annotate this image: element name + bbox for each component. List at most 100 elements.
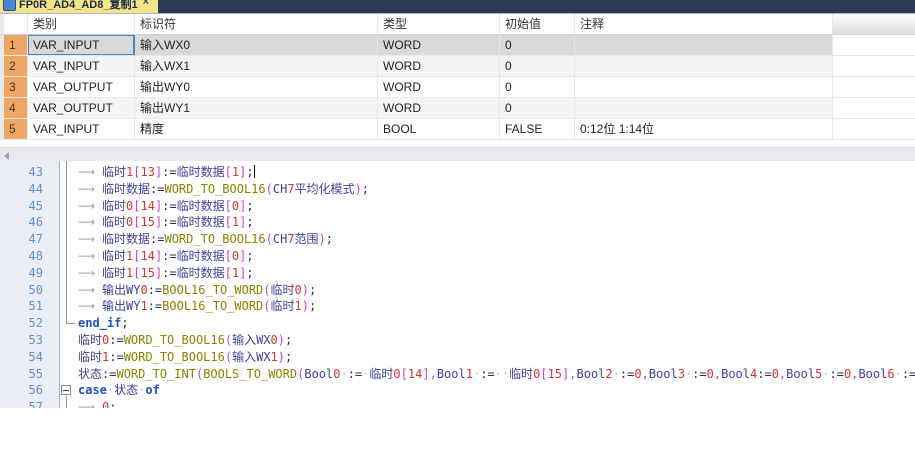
token-id: CH (273, 232, 287, 246)
token-id: Bool (786, 367, 815, 381)
token-op: := (480, 367, 494, 381)
token-op: := (109, 350, 123, 364)
token-num: 2 (605, 367, 612, 381)
token-num: 7 (287, 182, 294, 196)
close-icon[interactable]: × (143, 0, 149, 8)
cell-identifier[interactable]: 输出WY1 (135, 98, 378, 119)
token-op: := (902, 367, 915, 381)
token-op: := (348, 367, 362, 381)
cell-comment[interactable] (575, 98, 833, 119)
token-num: 0 (393, 367, 400, 381)
fold-collapse-icon[interactable] (61, 385, 71, 395)
token-punc: ) (278, 333, 285, 347)
token-punc: ( (263, 283, 270, 297)
token-op: := (150, 232, 164, 246)
cell-category[interactable]: VAR_OUTPUT (28, 98, 135, 119)
cell-category[interactable]: VAR_INPUT (28, 35, 135, 56)
cell-type[interactable]: WORD (378, 56, 500, 77)
row-number-cell[interactable]: 1 (0, 35, 28, 56)
cell-identifier[interactable]: 输出WY0 (135, 77, 378, 98)
column-header-1[interactable]: 标识符 (135, 14, 378, 35)
column-header-4[interactable]: 注释 (575, 14, 833, 35)
cell-comment[interactable]: 0:12位 1:14位 (575, 119, 833, 140)
token-punc: ( (266, 232, 273, 246)
column-header-2[interactable]: 类型 (378, 14, 500, 35)
token-punc: ( (263, 299, 270, 313)
token-op: := (162, 249, 176, 263)
token-op: ; (246, 199, 253, 213)
code-line-48[interactable]: ⟶临时1[14]:=临时数据[0]; (78, 248, 915, 265)
st-code-editor[interactable]: 434445464748495051525354555657 ⟶临时1[13]:… (0, 161, 915, 408)
code-line-43[interactable]: ⟶临时1[13]:=临时数据[1]; (78, 164, 915, 181)
fold-guide-line-case (66, 396, 67, 408)
token-op: ; (285, 350, 292, 364)
code-line-47[interactable]: ⟶临时数据:=WORD_TO_BOOL16(CH7范围); (78, 231, 915, 248)
token-num: 15 (140, 215, 154, 229)
cell-category[interactable]: VAR_INPUT (28, 56, 135, 77)
cell-comment[interactable] (575, 35, 833, 56)
cell-type[interactable]: WORD (378, 77, 500, 98)
tab-whitespace-icon: ⟶ (78, 399, 102, 408)
program-document-icon (3, 0, 16, 11)
cell-initial[interactable]: FALSE (500, 119, 575, 140)
code-line-44[interactable]: ⟶临时数据:=WORD_TO_BOOL16(CH7平均化模式); (78, 181, 915, 198)
code-line-53[interactable]: 临时0:=WORD_TO_BOOL16(输入WX0); (78, 332, 915, 349)
cell-initial[interactable]: 0 (500, 56, 575, 77)
code-line-45[interactable]: ⟶临时0[14]:=临时数据[0]; (78, 198, 915, 215)
code-line-54[interactable]: 临时1:=WORD_TO_BOOL16(输入WX1); (78, 349, 915, 366)
cell-initial[interactable]: 0 (500, 35, 575, 56)
token-op: := (148, 283, 162, 297)
cell-initial[interactable]: 0 (500, 98, 575, 119)
token-id: 临时数据 (102, 182, 150, 196)
token-num: 14 (408, 367, 422, 381)
cell-type[interactable]: WORD (378, 98, 500, 119)
token-op: ; (326, 232, 333, 246)
cell-identifier[interactable]: 精度 (135, 119, 378, 140)
token-op: ; (121, 316, 128, 330)
row-number-cell[interactable]: 4 (0, 98, 28, 119)
token-num: 14 (140, 249, 154, 263)
row-number-cell[interactable]: 2 (0, 56, 28, 77)
code-area[interactable]: ⟶临时1[13]:=临时数据[1];⟶临时数据:=WORD_TO_BOOL16(… (0, 161, 915, 408)
cell-type[interactable]: WORD (378, 35, 500, 56)
cell-identifier[interactable]: 输入WX1 (135, 56, 378, 77)
code-line-52[interactable]: end_if; (78, 315, 915, 332)
code-line-49[interactable]: ⟶临时1[15]:=临时数据[1]; (78, 265, 915, 282)
row-number-cell[interactable]: 3 (0, 77, 28, 98)
cell-comment[interactable] (575, 77, 833, 98)
token-id: 临时 (271, 283, 295, 297)
token-punc: ) (319, 232, 326, 246)
token-punc: ( (225, 350, 232, 364)
cell-initial[interactable]: 0 (500, 77, 575, 98)
code-line-55[interactable]: 状态:=WORD_TO_INT(BOOLS_TO_WORD(Bool0·:=·临… (78, 366, 915, 383)
cell-identifier[interactable]: 输入WX0 (135, 35, 378, 56)
token-punc: , (569, 367, 576, 381)
token-func: WORD_TO_BOOL16 (164, 182, 265, 196)
code-line-57[interactable]: ⟶0: (78, 399, 915, 408)
scroll-left-arrow-icon[interactable] (4, 152, 9, 160)
token-id: 临时数据 (177, 199, 225, 213)
cell-comment[interactable] (575, 56, 833, 77)
tab-whitespace-icon: ⟶ (78, 231, 102, 248)
token-id: 临时数据 (177, 165, 225, 179)
token-num: 0 (295, 283, 302, 297)
column-header-3[interactable]: 初始值 (500, 14, 575, 35)
token-num: 1 (295, 299, 302, 313)
tab-fp0r-ad4-ad8-copy1[interactable]: FP0R_AD4_AD8_复制1 × (0, 0, 158, 13)
code-line-46[interactable]: ⟶临时0[15]:=临时数据[1]; (78, 214, 915, 231)
token-punc: [ (540, 367, 547, 381)
token-punc: ) (302, 299, 309, 313)
code-line-50[interactable]: ⟶输出WY0:=BOOL16_TO_WORD(临时0); (78, 282, 915, 299)
code-line-56[interactable]: case·状态·of (78, 382, 915, 399)
cell-type[interactable]: BOOL (378, 119, 500, 140)
cell-filler (833, 35, 915, 56)
cell-category[interactable]: VAR_OUTPUT (28, 77, 135, 98)
token-id: 临时数据 (177, 215, 225, 229)
row-number-cell[interactable]: 5 (0, 119, 28, 140)
cell-category[interactable]: VAR_INPUT (28, 119, 135, 140)
code-line-51[interactable]: ⟶输出WY1:=BOOL16_TO_WORD(临时1); (78, 298, 915, 315)
column-header-0[interactable]: 类别 (28, 14, 135, 35)
table-horizontal-scrollbar[interactable] (0, 147, 915, 162)
token-punc: [ (225, 165, 232, 179)
token-id: Bool (649, 367, 678, 381)
